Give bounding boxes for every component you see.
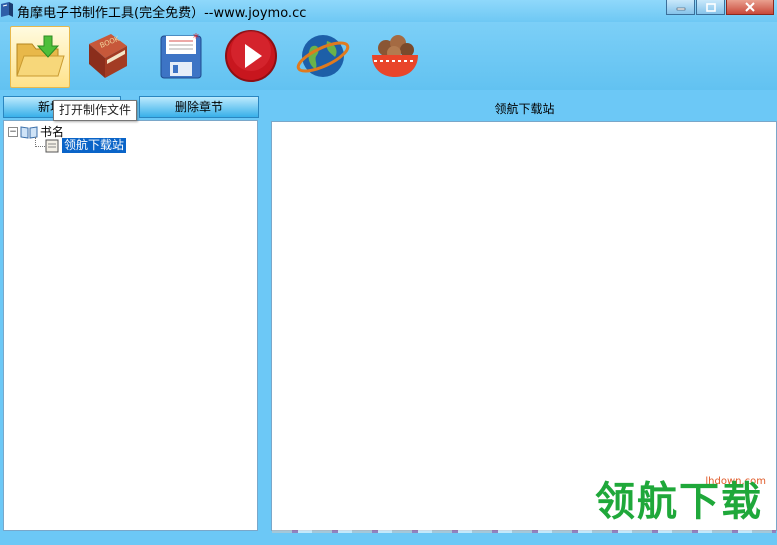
website-button[interactable] [294, 26, 352, 86]
maximize-icon [705, 2, 716, 12]
tree-connector [35, 146, 45, 147]
chapter-tree[interactable]: − 书名 领航下载站 [3, 120, 258, 531]
save-floppy-icon: * [160, 31, 202, 79]
tree-child-node[interactable]: 领航下载站 [45, 138, 127, 153]
play-icon [225, 30, 277, 82]
minimize-icon [676, 7, 685, 11]
content-editor[interactable]: lhdown.com 领航下载 [271, 121, 777, 531]
title-bar: 角摩电子书制作工具(完全免费）--www.joymo.cc [0, 0, 777, 22]
open-folder-icon [16, 35, 65, 77]
watermark-text: 领航下载 [595, 479, 763, 525]
preview-button[interactable] [222, 26, 280, 86]
tree-child-label: 领航下载站 [62, 138, 127, 153]
close-icon [745, 2, 755, 12]
content-title: 领航下载站 [494, 102, 555, 116]
maximize-button[interactable] [696, 0, 725, 15]
window-controls [665, 0, 774, 15]
tooltip: 打开制作文件 [53, 100, 138, 121]
app-book-icon [1, 2, 13, 17]
watermark-logo: lhdown.com 领航下载 [595, 476, 770, 524]
window-title: 角摩电子书制作工具(完全免费）--www.joymo.cc [17, 6, 307, 21]
cookie-bowl-icon [372, 35, 418, 77]
globe-icon [296, 35, 350, 77]
delete-chapter-button[interactable]: 删除章节 [139, 96, 259, 118]
open-file-button[interactable] [10, 26, 70, 88]
book-icon: BOOK [89, 34, 127, 78]
status-strip [272, 530, 776, 533]
collapse-icon[interactable]: − [8, 126, 18, 137]
close-button[interactable] [726, 0, 774, 15]
minimize-button[interactable] [666, 0, 695, 15]
page-icon [45, 139, 59, 152]
save-button[interactable]: * [152, 26, 210, 86]
tools-button[interactable] [366, 26, 424, 86]
svg-text:*: * [193, 31, 199, 45]
toolbar: BOOK * [0, 22, 777, 90]
book-button[interactable]: BOOK [78, 26, 136, 86]
